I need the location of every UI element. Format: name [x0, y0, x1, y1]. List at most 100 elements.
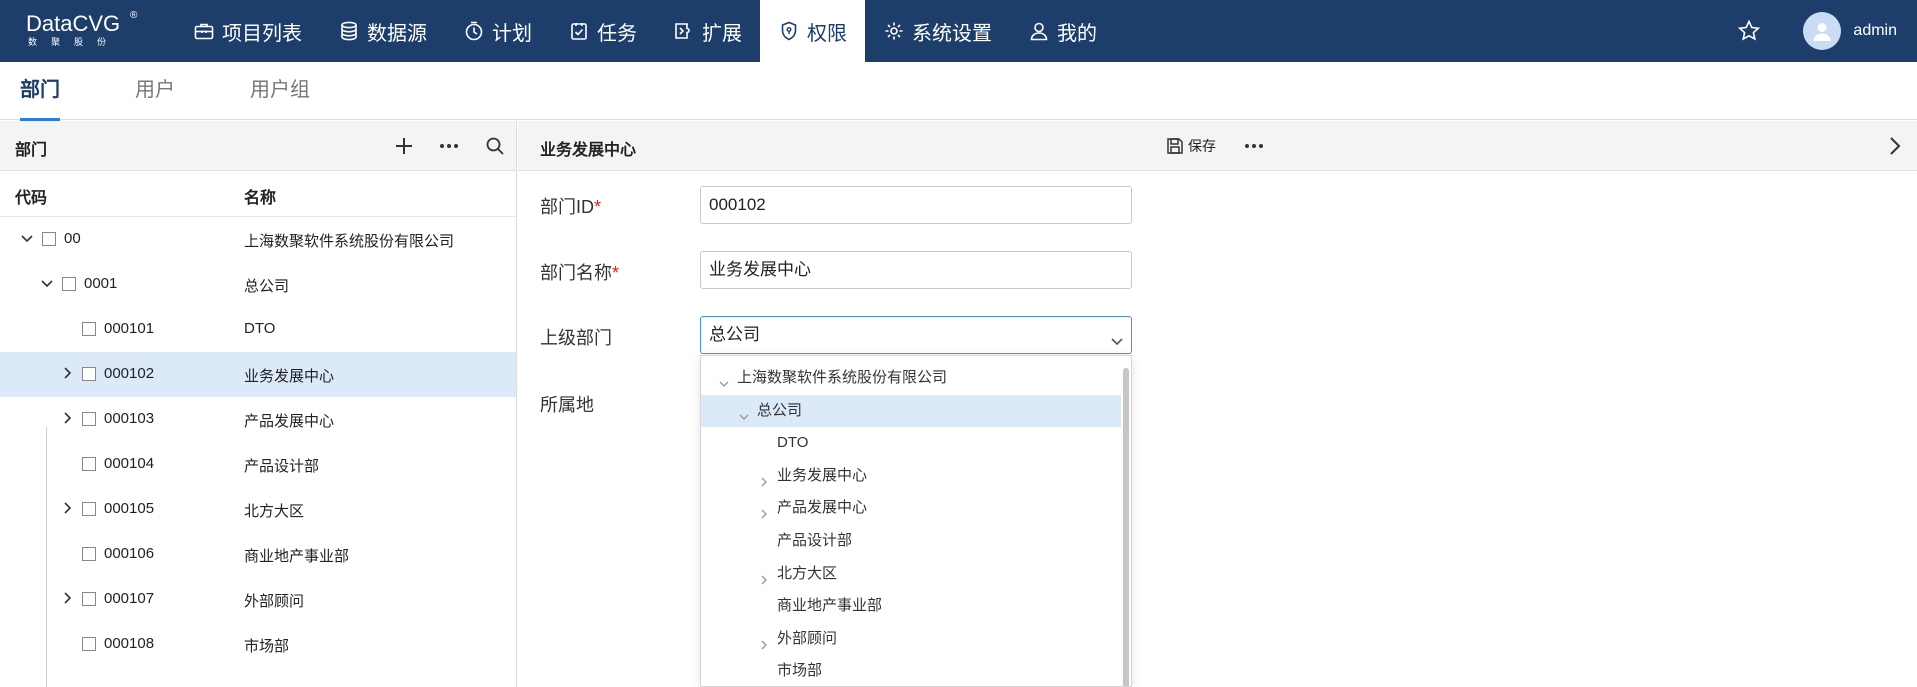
avatar[interactable] [1803, 12, 1842, 50]
chevron-down-icon[interactable] [717, 371, 731, 387]
row-checkbox[interactable] [82, 547, 96, 561]
dropdown-scrollbar[interactable] [1123, 368, 1129, 686]
top-navbar: DataCVG ® 数聚股份 项目列表 数据源 计划 任务 扩展 权限 系统设置… [0, 0, 1917, 62]
nav-label: 我的 [1057, 22, 1097, 45]
row-checkbox[interactable] [82, 457, 96, 471]
search-icon[interactable] [483, 134, 507, 158]
dropdown-option[interactable]: 商业地产事业部 [701, 590, 1121, 622]
chevron-right-icon[interactable] [58, 409, 76, 427]
department-detail-panel: 业务发展中心 保存 部门ID* 000102 部门名称* 业务发展中心 上级部门… [518, 121, 1917, 687]
row-checkbox[interactable] [82, 637, 96, 651]
row-name: 市场部 [244, 638, 290, 655]
nav-label: 项目列表 [222, 22, 302, 45]
tree-row[interactable]: 000104 产品设计部 [0, 442, 516, 487]
dropdown-option-label: 北方大区 [777, 564, 838, 582]
row-checkbox[interactable] [82, 367, 96, 381]
tree-row[interactable]: 000102 业务发展中心 [0, 352, 516, 397]
nav-label: 任务 [597, 22, 637, 45]
chevron-down-icon[interactable] [38, 274, 56, 292]
tab-user[interactable]: 用户 [135, 62, 175, 120]
row-checkbox[interactable] [62, 277, 76, 291]
chevron-down-icon[interactable] [18, 229, 36, 247]
row-checkbox[interactable] [82, 412, 96, 426]
chevron-down-icon[interactable] [737, 404, 751, 420]
more-icon[interactable] [1242, 134, 1266, 158]
tree-guide-line [46, 427, 47, 687]
tree-row[interactable]: 000107 外部顾问 [0, 577, 516, 622]
nav-item-plan[interactable]: 计划 [445, 0, 550, 62]
dropdown-option[interactable]: 总公司 [701, 394, 1121, 427]
chevron-right-icon[interactable] [757, 632, 771, 650]
nav-label: 数据源 [367, 22, 427, 45]
detail-header: 业务发展中心 保存 [518, 121, 1917, 171]
save-button[interactable]: 保存 [1166, 134, 1216, 158]
nav-item-task[interactable]: 任务 [550, 0, 655, 62]
row-code: 000105 [104, 500, 155, 517]
row-code: 00 [64, 230, 81, 247]
dropdown-option[interactable]: 市场部 [701, 655, 1121, 686]
detail-title: 业务发展中心 [540, 142, 637, 159]
more-icon[interactable] [437, 134, 461, 158]
dropdown-option[interactable]: 上海数聚软件系统股份有限公司 [701, 362, 1121, 394]
dropdown-option-label: 总公司 [757, 401, 803, 419]
nav-item-datasource[interactable]: 数据源 [320, 0, 445, 62]
tree-row[interactable]: 000105 北方大区 [0, 487, 516, 532]
add-icon[interactable] [392, 134, 416, 158]
location-label: 所属地 [540, 395, 594, 415]
tree-row[interactable]: 000101 DTO [0, 307, 516, 352]
chevron-right-icon[interactable] [757, 501, 771, 519]
chevron-right-icon[interactable] [1883, 134, 1907, 158]
dropdown-option[interactable]: DTO [701, 427, 1121, 459]
dropdown-option[interactable]: 北方大区 [701, 558, 1121, 590]
save-icon [1167, 138, 1183, 154]
dropdown-option-label: 商业地产事业部 [777, 597, 883, 615]
main-nav: 项目列表 数据源 计划 任务 扩展 权限 系统设置 我的 [175, 0, 1115, 62]
user-icon [1028, 20, 1050, 42]
nav-item-settings[interactable]: 系统设置 [865, 0, 1010, 62]
department-id-field[interactable]: 000102 [700, 186, 1132, 224]
tree-row[interactable]: 000103 产品发展中心 [0, 397, 516, 442]
star-icon[interactable] [1737, 19, 1761, 43]
dropdown-option-label: 业务发展中心 [777, 466, 868, 484]
row-checkbox[interactable] [82, 322, 96, 336]
tree-row[interactable]: 00 上海数聚软件系统股份有限公司 [0, 217, 516, 262]
dropdown-option[interactable]: 产品发展中心 [701, 492, 1121, 524]
required-mark: * [594, 197, 602, 217]
row-checkbox[interactable] [42, 232, 56, 246]
nav-item-permissions[interactable]: 权限 [760, 0, 865, 62]
dropdown-option-label: 上海数聚软件系统股份有限公司 [737, 369, 948, 386]
tab-user-group[interactable]: 用户组 [250, 62, 310, 120]
username[interactable]: admin [1853, 22, 1897, 40]
tree-column-header: 代码 名称 [0, 171, 516, 217]
extension-icon [673, 20, 695, 42]
chevron-right-icon[interactable] [757, 469, 771, 487]
dropdown-option[interactable]: 业务发展中心 [701, 460, 1121, 492]
department-name-field[interactable]: 业务发展中心 [700, 251, 1132, 289]
nav-label: 系统设置 [912, 22, 992, 45]
parent-department-select[interactable]: 总公司 [700, 316, 1132, 354]
chevron-right-icon[interactable] [58, 364, 76, 382]
brand-logo[interactable]: DataCVG ® 数聚股份 [26, 10, 156, 50]
chevron-right-icon[interactable] [58, 589, 76, 607]
row-checkbox[interactable] [82, 502, 96, 516]
row-name: 上海数聚软件系统股份有限公司 [244, 233, 455, 250]
row-name: 业务发展中心 [244, 368, 335, 385]
tree-row[interactable]: 000108 市场部 [0, 622, 516, 667]
nav-item-extension[interactable]: 扩展 [655, 0, 760, 62]
nav-item-projects[interactable]: 项目列表 [175, 0, 320, 62]
tab-department[interactable]: 部门 [20, 62, 60, 121]
row-checkbox[interactable] [82, 592, 96, 606]
tree-row[interactable]: 000106 商业地产事业部 [0, 532, 516, 577]
tree-row[interactable]: 0001 总公司 [0, 262, 516, 307]
row-code: 000108 [104, 635, 155, 652]
task-icon [568, 20, 590, 42]
nav-label: 权限 [807, 22, 847, 45]
dropdown-option[interactable]: 产品设计部 [701, 525, 1121, 557]
row-name: DTO [244, 320, 276, 337]
chevron-right-icon[interactable] [757, 567, 771, 585]
dropdown-option[interactable]: 外部顾问 [701, 623, 1121, 655]
row-code: 0001 [84, 275, 118, 292]
nav-item-mine[interactable]: 我的 [1010, 0, 1115, 62]
row-code: 000106 [104, 545, 155, 562]
chevron-right-icon[interactable] [58, 499, 76, 517]
